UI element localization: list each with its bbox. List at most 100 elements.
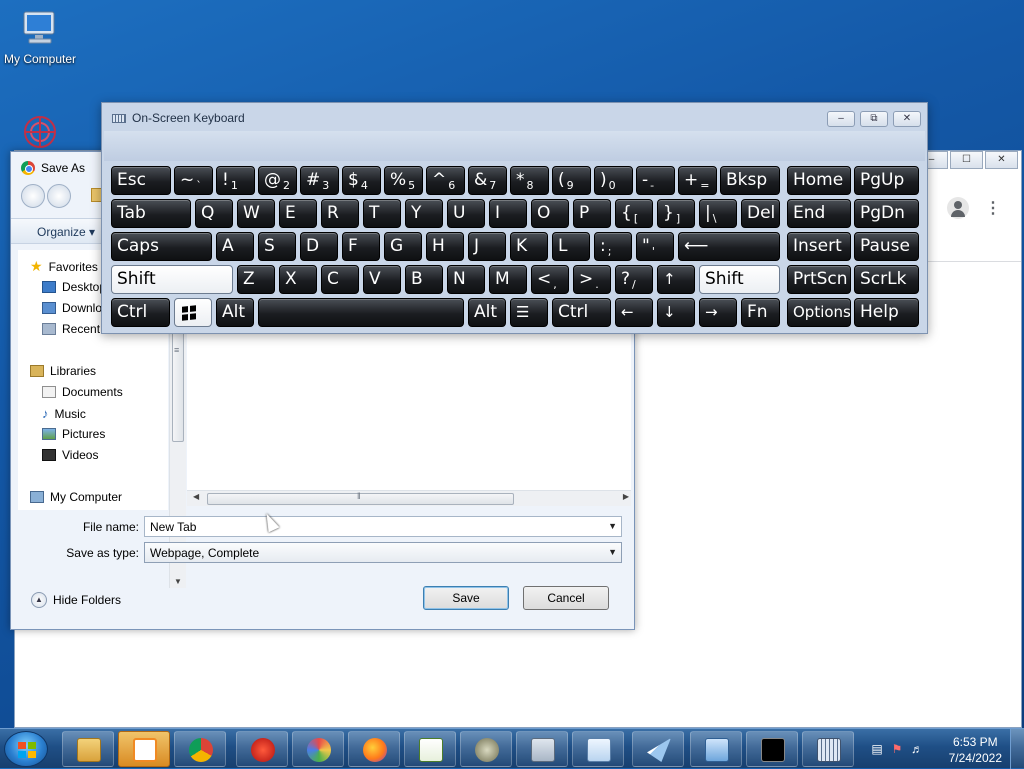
key-fn[interactable]: Fn [741, 298, 780, 327]
key-alt-right[interactable]: Alt [468, 298, 506, 327]
key-1[interactable]: ! 1 [216, 166, 255, 195]
key-4[interactable]: $4 [342, 166, 381, 195]
key-8[interactable]: * 8 [510, 166, 549, 195]
key-n[interactable]: N [447, 265, 485, 294]
key-arrow-left[interactable]: ← [615, 298, 653, 327]
taskbar-document[interactable] [572, 731, 624, 767]
key-s[interactable]: S [258, 232, 296, 261]
key-windows[interactable] [174, 298, 212, 327]
key-alt-left[interactable]: Alt [216, 298, 254, 327]
key-home[interactable]: Home [787, 166, 851, 195]
nav-pictures[interactable]: Pictures [42, 427, 105, 441]
key-shift-left[interactable]: Shift [111, 265, 233, 294]
nav-desktop[interactable]: Desktop [42, 280, 106, 294]
key-m[interactable]: M [489, 265, 527, 294]
key-c[interactable]: C [321, 265, 359, 294]
key-b[interactable]: B [405, 265, 443, 294]
key-v[interactable]: V [363, 265, 401, 294]
close-button[interactable]: ✕ [893, 111, 921, 127]
key-end[interactable]: End [787, 199, 851, 228]
nav-libraries[interactable]: Libraries [30, 364, 96, 378]
scroll-right-arrow-icon[interactable]: ▶ [623, 492, 629, 501]
key-a[interactable]: A [216, 232, 254, 261]
restore-button[interactable]: ⧉ [860, 111, 888, 127]
key-caps[interactable]: Caps [111, 232, 212, 261]
file-name-input[interactable]: New Tab ▼ [144, 516, 622, 537]
close-button[interactable]: ✕ [985, 151, 1018, 169]
key-prtscn[interactable]: PrtScn [787, 265, 851, 294]
key-ctrl-left[interactable]: Ctrl [111, 298, 170, 327]
key-arrow-right[interactable]: → [699, 298, 737, 327]
nav-my-computer[interactable]: My Computer [30, 490, 122, 504]
key-h[interactable]: H [426, 232, 464, 261]
taskbar-calculator[interactable] [516, 731, 568, 767]
scroll-left-arrow-icon[interactable]: ◀ [193, 492, 199, 501]
key-pipe[interactable]: | \ [699, 199, 737, 228]
key-plus[interactable]: + = [678, 166, 717, 195]
key-d[interactable]: D [300, 232, 338, 261]
options-button[interactable]: Options [787, 298, 851, 327]
save-button[interactable]: Save [423, 586, 509, 610]
maximize-button[interactable]: ☐ [950, 151, 983, 169]
key-5[interactable]: % 5 [384, 166, 423, 195]
hide-folders-toggle[interactable]: ▲ Hide Folders [31, 592, 121, 608]
key-insert[interactable]: Insert [787, 232, 851, 261]
key-t[interactable]: T [363, 199, 401, 228]
key-j[interactable]: J [468, 232, 506, 261]
key-quote[interactable]: " ' [636, 232, 674, 261]
key-ctrl-right[interactable]: Ctrl [552, 298, 611, 327]
taskbar-paper-plane[interactable] [632, 731, 684, 767]
key-backspace[interactable]: Bksp [720, 166, 780, 195]
key-p[interactable]: P [573, 199, 611, 228]
help-button[interactable]: Help [854, 298, 919, 327]
nav-music[interactable]: ♪ Music [42, 406, 86, 421]
start-button[interactable] [4, 731, 48, 767]
action-center-icon[interactable]: ⚑ [890, 742, 904, 756]
taskbar-cmd[interactable] [746, 731, 798, 767]
desktop-icon-my-computer[interactable]: My Computer [0, 8, 80, 66]
key-l[interactable]: L [552, 232, 590, 261]
key-shift-right[interactable]: Shift [699, 265, 780, 294]
key-u[interactable]: U [447, 199, 485, 228]
taskbar-flash[interactable] [236, 731, 288, 767]
nav-recent[interactable]: Recent [42, 322, 100, 336]
taskbar-firefox[interactable] [348, 731, 400, 767]
show-desktop-button[interactable] [1010, 729, 1024, 769]
key-slash[interactable]: ? / [615, 265, 653, 294]
key-pgup[interactable]: PgUp [854, 166, 919, 195]
key-pgdn[interactable]: PgDn [854, 199, 919, 228]
key-tilde[interactable]: ~ ` [174, 166, 213, 195]
key-pause[interactable]: Pause [854, 232, 919, 261]
nav-favorites[interactable]: ★ Favorites [30, 258, 98, 275]
key-o[interactable]: O [531, 199, 569, 228]
taskbar-media-player[interactable] [118, 731, 170, 767]
back-button[interactable] [21, 184, 45, 208]
key-minus[interactable]: -- [636, 166, 675, 195]
taskbar-on-screen-keyboard[interactable] [802, 731, 854, 767]
save-as-type-select[interactable]: Webpage, Complete ▼ [144, 542, 622, 563]
key-comma[interactable]: <, [531, 265, 569, 294]
key-k[interactable]: K [510, 232, 548, 261]
taskbar-control-panel[interactable] [690, 731, 742, 767]
file-list-horizontal-scrollbar[interactable]: ◀ ‖ ▶ [187, 490, 631, 506]
key-3[interactable]: #3 [300, 166, 339, 195]
key-arrow-up[interactable]: ↑ [657, 265, 695, 294]
taskbar-paint[interactable] [292, 731, 344, 767]
key-e[interactable]: E [279, 199, 317, 228]
scroll-down-arrow-icon[interactable]: ▼ [174, 577, 182, 586]
nav-videos[interactable]: Videos [42, 448, 98, 462]
profile-avatar-icon[interactable] [947, 197, 969, 219]
taskbar-gimp[interactable] [460, 731, 512, 767]
key-q[interactable]: Q [195, 199, 233, 228]
key-2[interactable]: @2 [258, 166, 297, 195]
key-enter[interactable]: ⟵ [678, 232, 780, 261]
nav-documents[interactable]: Documents [42, 385, 123, 399]
key-9[interactable]: (9 [552, 166, 591, 195]
key-f[interactable]: F [342, 232, 380, 261]
volume-icon[interactable]: ♬ [910, 742, 924, 756]
key-period[interactable]: >. [573, 265, 611, 294]
key-arrow-down[interactable]: ↓ [657, 298, 695, 327]
key-space[interactable] [258, 298, 464, 327]
chevron-down-icon[interactable]: ▼ [608, 547, 617, 557]
clock[interactable]: 6:53 PM 7/24/2022 [949, 734, 1002, 766]
